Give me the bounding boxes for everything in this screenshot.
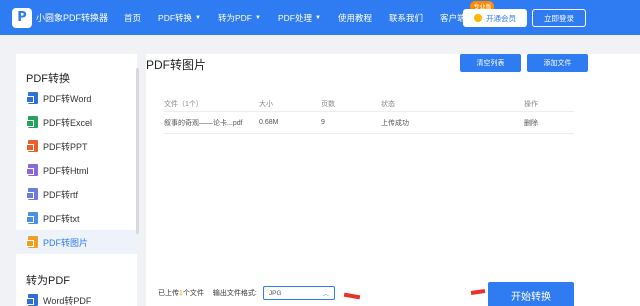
page-count-cell: 9: [321, 119, 325, 126]
output-format-value: JPG: [268, 289, 282, 297]
clear-list-button[interactable]: 清空列表: [460, 54, 521, 72]
annotation-arrow-icon: [343, 292, 361, 300]
page-title: PDF转图片: [146, 58, 207, 72]
logo-icon: P: [12, 7, 32, 28]
column-header-size: 大小: [259, 100, 273, 108]
sidebar-scrollbar[interactable]: [136, 68, 139, 234]
nav-item-tutorial[interactable]: 使用教程: [338, 12, 372, 24]
main-panel: PDF转图片 清空列表 添加文件 文件（1个） 大小 页数 状态 操作 叙事的奇…: [146, 54, 640, 306]
status-cell: 上传成功: [381, 119, 409, 127]
sidebar-item-word-to-pdf[interactable]: Word转PDF: [16, 288, 137, 306]
image-file-icon: [26, 236, 38, 248]
chevron-down-icon: ▼: [314, 14, 321, 21]
sidebar-item-pdf-to-image[interactable]: PDF转图片: [16, 230, 137, 254]
sidebar-item-pdf-to-rtf[interactable]: PDF转rtf: [16, 182, 137, 206]
start-convert-button[interactable]: 开始转换: [488, 282, 574, 306]
sidebar-item-pdf-to-word[interactable]: PDF转Word: [16, 86, 137, 110]
ppt-file-icon: [26, 140, 38, 152]
top-nav-bar: P 小圆象PDF转换器 首页 PDF转换 ▼ 转为PDF ▼ PDF处理 ▼ 使用教程…: [0, 0, 640, 35]
excel-file-icon: [26, 116, 38, 128]
crown-icon: [474, 14, 482, 22]
column-header-status: 状态: [381, 100, 395, 108]
sidebar-group-to-pdf: 转为PDF: [26, 275, 70, 287]
delete-link[interactable]: 删除: [524, 118, 574, 128]
uploaded-suffix: 个文件: [182, 290, 204, 297]
sidebar-item-pdf-to-html[interactable]: PDF转Html: [16, 158, 137, 182]
file-size-cell: 0.68M: [259, 119, 279, 126]
nav-item-pdf-process[interactable]: PDF处理 ▼: [278, 12, 321, 24]
nav-menu: 首页 PDF转换 ▼ 转为PDF ▼ PDF处理 ▼ 使用教程 联系我们 客户端下载 …: [124, 0, 499, 35]
nav-item-to-pdf[interactable]: 转为PDF ▼: [218, 12, 261, 24]
add-file-button[interactable]: 添加文件: [527, 54, 588, 72]
bottom-bar: 已上传 1 个文件 输出文件格式: JPG ︿: [158, 286, 335, 300]
nav-item-pdf-convert[interactable]: PDF转换 ▼: [158, 12, 201, 24]
word-file-icon: [26, 92, 38, 104]
open-vip-button[interactable]: 开通会员: [463, 9, 527, 27]
column-header-file: 文件（1个）: [164, 100, 203, 108]
html-file-icon: [26, 164, 38, 176]
uploaded-prefix: 已上传: [158, 290, 179, 297]
app-logo[interactable]: P 小圆象PDF转换器: [12, 7, 109, 28]
sidebar-group-pdf-convert: PDF转换: [26, 73, 70, 85]
file-name-cell: 叙事的奇观——论卡...pdf: [164, 119, 243, 127]
app-name: 小圆象PDF转换器: [36, 13, 109, 23]
chevron-down-icon: ▼: [195, 14, 201, 21]
chevron-down-icon: ▼: [255, 14, 261, 21]
nav-item-contact[interactable]: 联系我们: [389, 12, 423, 24]
rtf-file-icon: [26, 188, 38, 200]
annotation-arrow-icon: [470, 289, 486, 295]
sidebar-item-pdf-to-excel[interactable]: PDF转Excel: [16, 110, 137, 134]
file-table: 文件（1个） 大小 页数 状态 操作 叙事的奇观——论卡...pdf 0.68M…: [164, 96, 574, 134]
column-header-pages: 页数: [321, 100, 335, 108]
chevron-up-icon: ︿: [322, 291, 329, 298]
column-header-action: 操作: [524, 100, 538, 108]
sidebar-item-pdf-to-ppt[interactable]: PDF转PPT: [16, 134, 137, 158]
sidebar-item-pdf-to-txt[interactable]: PDF转txt: [16, 206, 137, 230]
txt-file-icon: [26, 212, 38, 224]
nav-item-home[interactable]: 首页: [124, 12, 141, 24]
sidebar: PDF转换 PDF转Word PDF转Excel PDF转PPT PDF转Htm…: [16, 54, 137, 306]
output-format-label: 输出文件格式:: [212, 290, 257, 297]
table-row: 叙事的奇观——论卡...pdf 0.68M 9 上传成功 删除: [164, 112, 574, 134]
login-button[interactable]: 立即登录: [532, 9, 586, 27]
table-header: 文件（1个） 大小 页数 状态 操作: [164, 96, 574, 112]
output-format-select[interactable]: JPG ︿: [262, 286, 335, 300]
word-file-icon: [26, 294, 38, 306]
